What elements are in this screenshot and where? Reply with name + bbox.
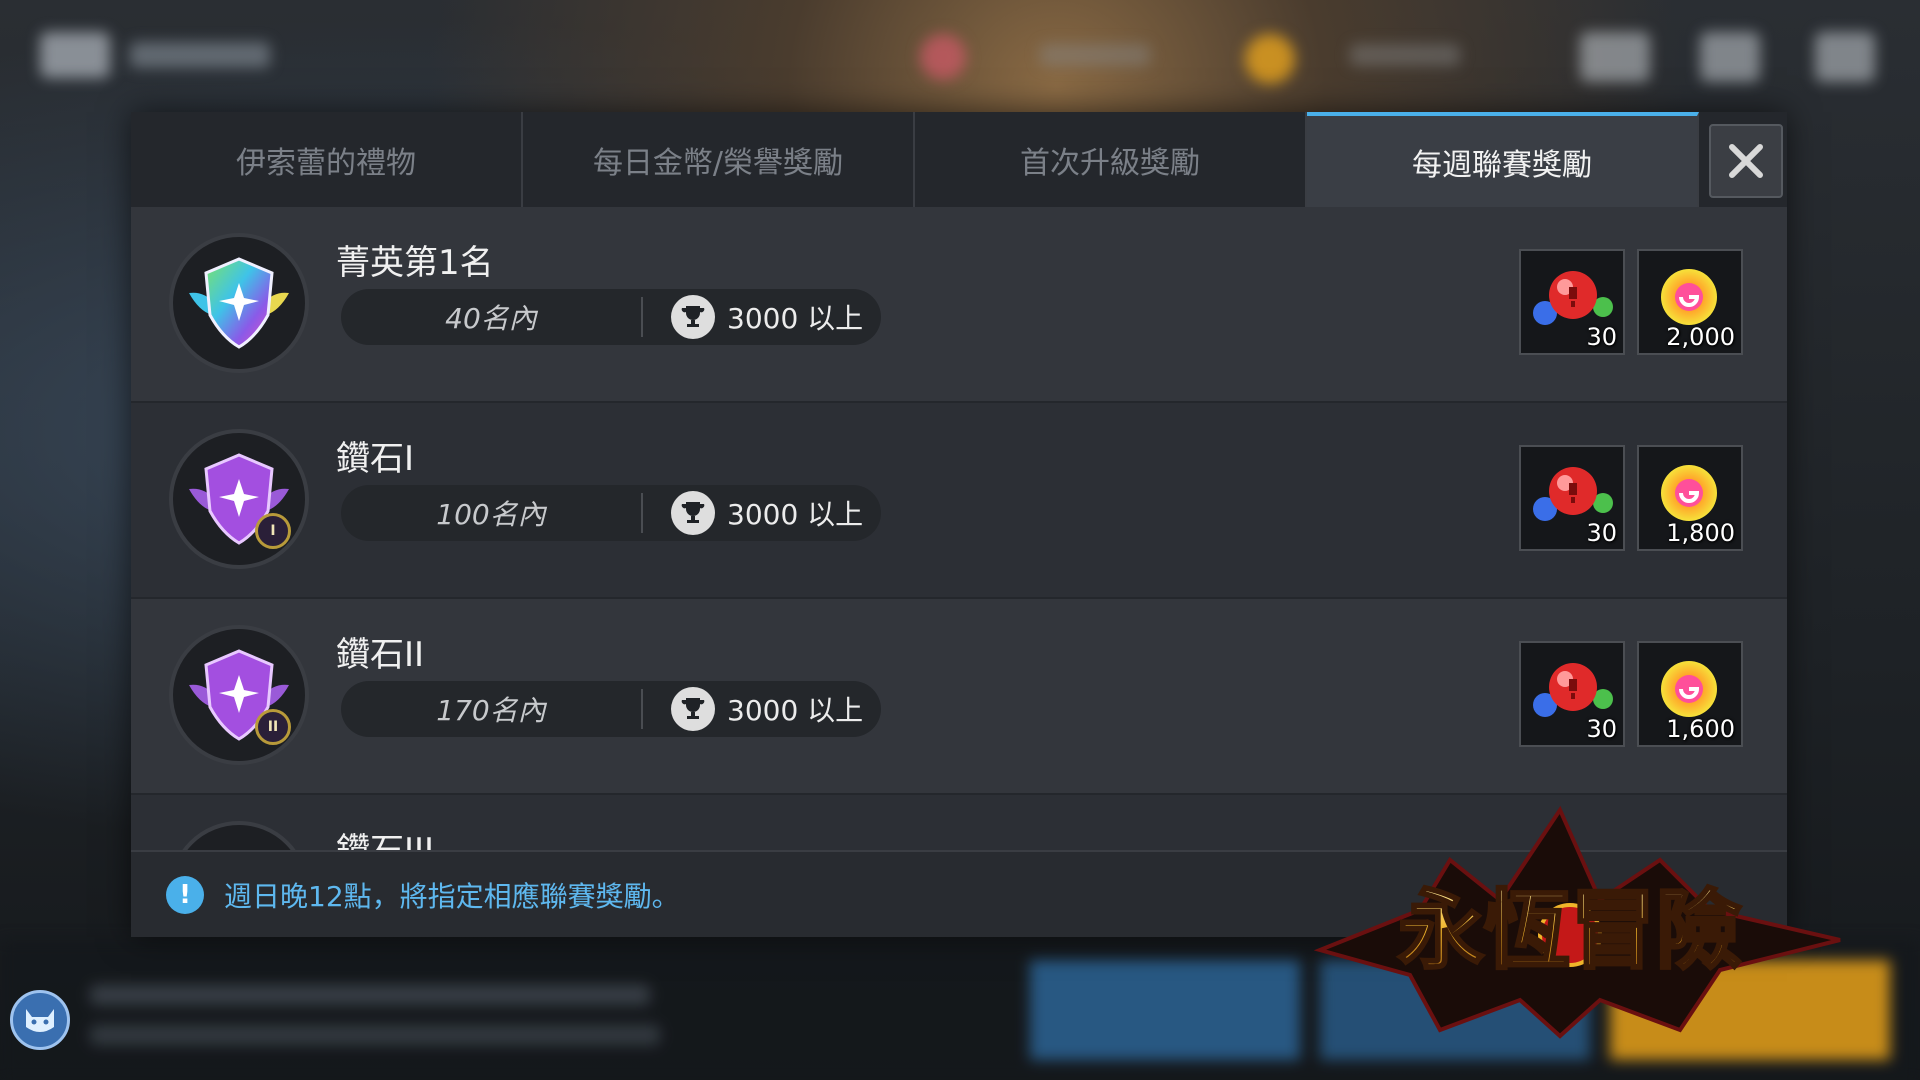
trophy-icon — [671, 295, 715, 339]
trophy-value: 3000 以上 — [727, 302, 864, 335]
reward-list: 30 1,800 — [1519, 445, 1743, 551]
gem-currency-icon — [920, 34, 966, 80]
divider — [641, 689, 643, 729]
close-button[interactable] — [1709, 124, 1783, 198]
chat-avatar-icon[interactable] — [10, 990, 70, 1050]
reward-item[interactable]: 30 — [1519, 249, 1625, 355]
top-hud — [0, 20, 1920, 90]
tier-requirements: 100名內 3000 以上 — [341, 485, 881, 541]
elite-badge-icon — [169, 233, 309, 373]
shop-icon — [1700, 32, 1760, 82]
tab-isolde-gift[interactable]: 伊索蕾的禮物 — [131, 112, 523, 207]
tier-name: 菁英第1名 — [336, 243, 494, 283]
tab-weekly-league[interactable]: 每週聯賽獎勵 — [1307, 112, 1699, 207]
tier-name: 鑽石II — [336, 635, 425, 675]
tier-list[interactable]: 菁英第1名 40名內 3000 以上 30 2,000 I 鑽石I 100名內 … — [131, 207, 1787, 852]
player-name-bg — [130, 42, 270, 68]
chat-line — [90, 985, 650, 1005]
trophy-value: 3000 以上 — [727, 498, 864, 531]
tier-name: 鑽石I — [336, 439, 415, 479]
reward-amount: 30 — [1586, 323, 1617, 351]
tier-row: II 鑽石II 170名內 3000 以上 30 1,600 — [131, 599, 1787, 795]
trophy-requirement: 3000 以上 — [671, 687, 863, 731]
reward-amount: 30 — [1586, 519, 1617, 547]
tab-first-levelup[interactable]: 首次升級獎勵 — [915, 112, 1307, 207]
chat-line — [90, 1025, 660, 1045]
close-icon — [1729, 144, 1763, 178]
svg-text:永恆冒險: 永恆冒險 — [1398, 880, 1742, 981]
game-logo: 永恆冒險 — [1313, 805, 1841, 1039]
info-icon: ! — [166, 875, 204, 914]
reward-item[interactable]: 1,600 — [1637, 641, 1743, 747]
back-button-bg — [40, 32, 110, 78]
tab-daily-gold-honor[interactable]: 每日金幣/榮譽獎勵 — [523, 112, 915, 207]
tier-row: 菁英第1名 40名內 3000 以上 30 2,000 — [131, 207, 1787, 403]
reward-item[interactable]: 30 — [1519, 641, 1625, 747]
rank-requirement: 170名內 — [436, 694, 546, 727]
gem-value-bg — [1040, 44, 1150, 66]
reward-amount: 2,000 — [1666, 323, 1735, 351]
diamond-badge-icon: II — [169, 625, 309, 765]
tier-row: I 鑽石I 100名內 3000 以上 30 1,800 — [131, 403, 1787, 599]
tier-requirements: 170名內 3000 以上 — [341, 681, 881, 737]
tier-requirements: 40名內 3000 以上 — [341, 289, 881, 345]
gold-coin-icon — [1245, 34, 1295, 84]
mail-icon — [1580, 32, 1650, 82]
divider — [641, 297, 643, 337]
tier-level-mark: I — [255, 513, 291, 549]
home-icon — [1815, 32, 1875, 82]
tier-level-mark: II — [255, 709, 291, 745]
reward-amount: 30 — [1586, 715, 1617, 743]
trophy-icon — [671, 687, 715, 731]
tab-bar: 伊索蕾的禮物 每日金幣/榮譽獎勵 首次升級獎勵 每週聯賽獎勵 — [131, 112, 1787, 207]
gold-value-bg — [1350, 44, 1460, 66]
trophy-icon — [671, 491, 715, 535]
tier-name: 鑽石III — [336, 831, 435, 852]
diamond-badge-icon: I — [169, 429, 309, 569]
diamond-badge-icon — [169, 821, 309, 852]
trophy-requirement: 3000 以上 — [671, 491, 863, 535]
notice-text: 週日晚12點，將指定相應聯賽獎勵。 — [224, 879, 680, 913]
rank-requirement: 40名內 — [445, 302, 537, 335]
reward-item[interactable]: 30 — [1519, 445, 1625, 551]
trophy-value: 3000 以上 — [727, 694, 864, 727]
trophy-requirement: 3000 以上 — [671, 295, 863, 339]
reward-amount: 1,800 — [1666, 519, 1735, 547]
divider — [641, 493, 643, 533]
reward-item[interactable]: 2,000 — [1637, 249, 1743, 355]
reward-list: 30 2,000 — [1519, 249, 1743, 355]
bottom-button — [1030, 960, 1300, 1060]
reward-amount: 1,600 — [1666, 715, 1735, 743]
rank-requirement: 100名內 — [436, 498, 546, 531]
reward-list: 30 1,600 — [1519, 641, 1743, 747]
reward-item[interactable]: 1,800 — [1637, 445, 1743, 551]
